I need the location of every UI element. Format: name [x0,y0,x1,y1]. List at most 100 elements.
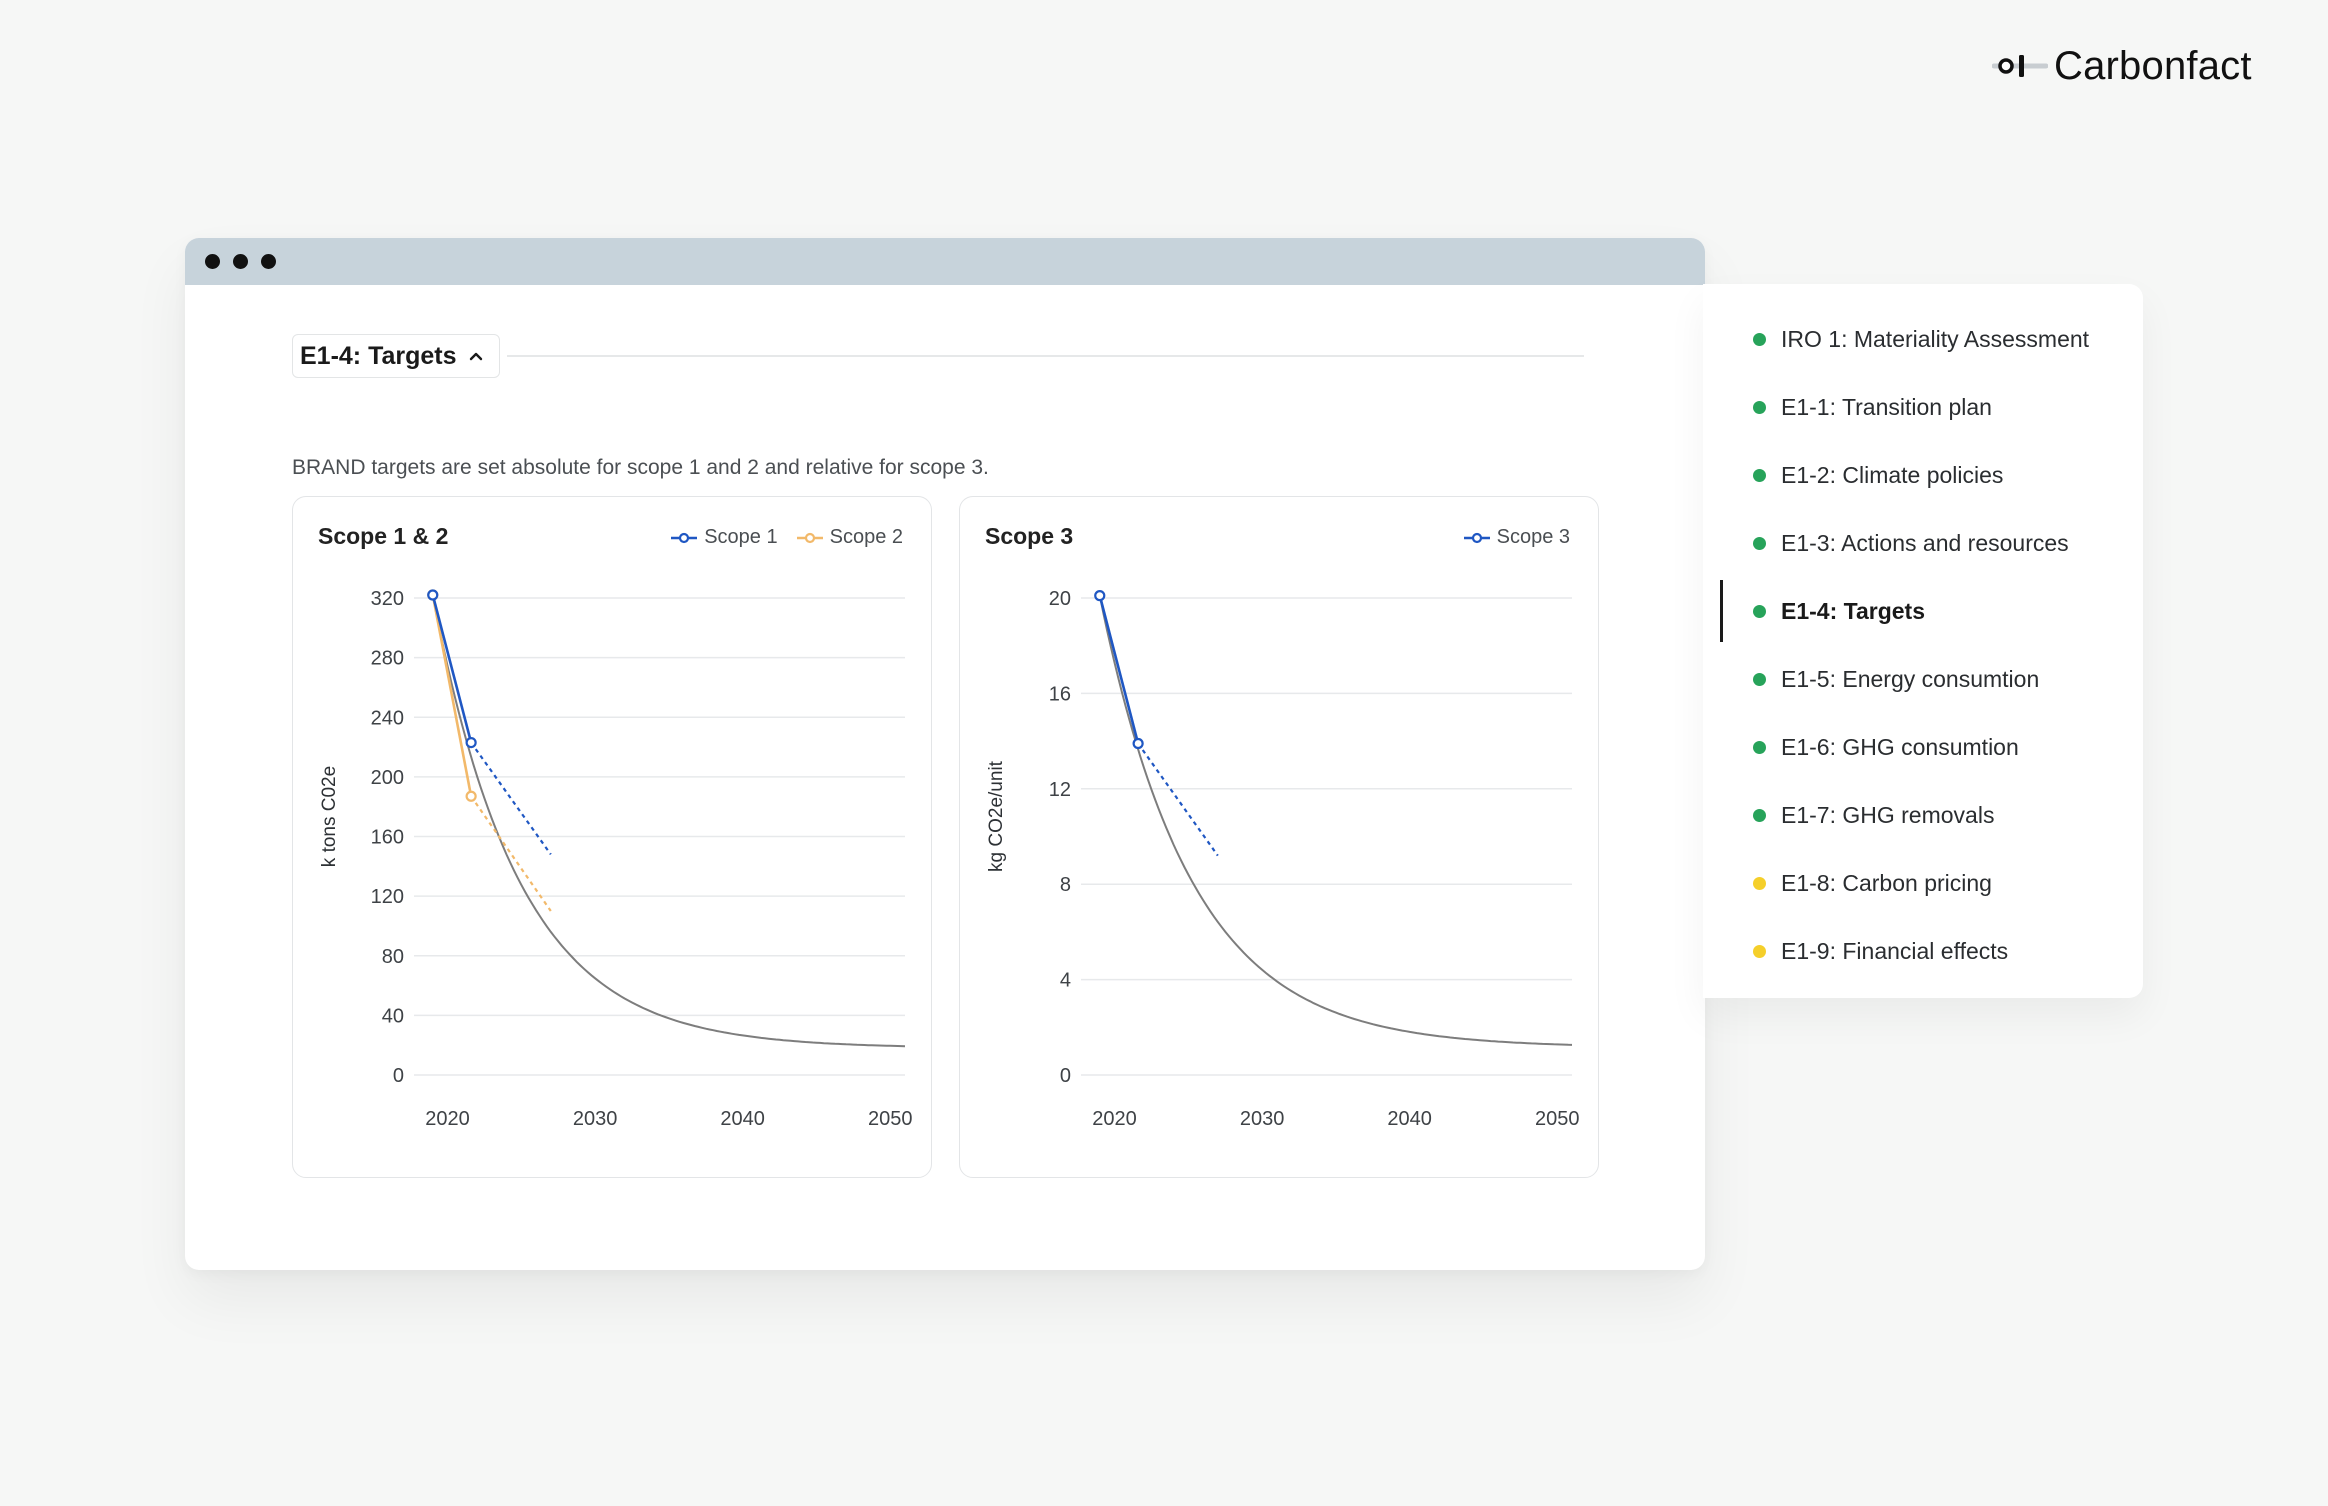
carbonfact-logo: Carbonfact [1992,44,2252,88]
series-line [1098,595,1140,744]
status-dot-icon [1753,808,1766,822]
y-tick-label: 200 [371,767,404,789]
sidebar-item[interactable]: E1-9: Financial effects [1703,920,2143,982]
series-line [431,594,473,797]
sidebar-item-label: E1-9: Financial effects [1781,937,2009,964]
chart-title: Scope 1 & 2 [318,523,449,549]
x-tick-label: 2050 [868,1108,913,1130]
status-dot-icon [1753,672,1766,686]
sidebar-item[interactable]: E1-1: Transition plan [1703,376,2143,438]
scope-1-2-chart-card: 0 40 80 120 160 200 240 280 320 2020 2030 2040 2050 k… [292,496,932,1178]
legend-item-scope-2[interactable]: Scope 2 [796,526,903,549]
projection-line [470,795,552,912]
status-dot-icon [1753,332,1766,346]
legend-label: Scope 1 [704,526,778,548]
y-tick-label: 12 [1049,779,1071,801]
status-dot-icon [1753,468,1766,482]
y-tick-label: 0 [1060,1065,1071,1087]
chart-legend: Scope 3 [1463,526,1570,549]
sidebar-item-label: E1-5: Energy consumtion [1781,665,2040,692]
sidebar-item[interactable]: IRO 1: Materiality Assessment [1703,308,2143,370]
y-tick-label: 240 [371,707,404,729]
x-tick-label: 2030 [1240,1108,1285,1130]
chevron-up-icon [469,352,482,361]
sidebar-item-label: E1-1: Transition plan [1781,393,1992,420]
sidebar-item-label: E1-8: Carbon pricing [1781,869,1992,896]
target-trajectory-line [431,594,906,1048]
legend-item-scope-3[interactable]: Scope 3 [1463,526,1570,549]
section-divider [507,355,1584,357]
disclosure-sidebar: IRO 1: Materiality Assessment E1-1: Trans… [1703,284,2143,998]
x-tick-label: 2020 [1092,1108,1137,1130]
chart-title: Scope 3 [985,523,1074,549]
y-axis-label: kg CO2e/unit [986,760,1007,872]
y-axis-label: k tons C02e [319,766,340,867]
logo-mark-icon [1992,55,2048,77]
y-tick-label: 120 [371,886,404,908]
sidebar-item[interactable]: E1-8: Carbon pricing [1703,852,2143,914]
chart-legend: Scope 1 Scope 2 [670,526,903,549]
browser-window: E1-4: Targets BRAND targets are set abso… [185,238,1705,1270]
data-point [427,589,439,601]
status-dot-icon [1753,740,1766,754]
y-tick-label: 80 [382,946,404,968]
sidebar-item-label: E1-7: GHG removals [1781,801,1995,828]
scope-2-legend-icon [796,532,823,543]
y-tick-label: 320 [371,588,404,610]
sidebar-item[interactable]: E1-4: Targets [1703,580,2143,642]
scope-3-chart: 0481216202020 2030 2040 2050kg CO2e/unit [986,588,1580,1130]
x-tick-label: 2040 [720,1108,765,1130]
sidebar-item[interactable]: E1-3: Actions and resources [1703,512,2143,574]
section-title: E1-4: Targets [300,341,457,370]
x-tick-label: 2050 [1535,1108,1580,1130]
projection-line [1137,742,1219,857]
data-point [465,736,477,749]
status-dot-icon [1753,944,1766,958]
x-tick-label: 2040 [1387,1108,1432,1130]
y-tick-label: 280 [371,648,404,670]
sidebar-item[interactable]: E1-2: Climate policies [1703,444,2143,506]
status-dot-icon [1753,876,1766,890]
target-trajectory-line [1098,595,1573,1046]
y-tick-label: 40 [382,1005,404,1027]
series-line [431,594,473,743]
scope-3-chart-card: 0 4 8 12 16 20 2020 2030 2040 2050 kg CO2e/unit Sc… [959,496,1599,1178]
window-dot-icon[interactable] [261,254,276,269]
status-dot-icon [1753,400,1766,414]
projection-line [470,741,552,856]
active-indicator [1720,580,1723,642]
data-point [1094,590,1106,602]
sidebar-item[interactable]: E1-6: GHG consumtion [1703,716,2143,778]
section-header: E1-4: Targets [292,334,1584,378]
legend-label: Scope 3 [1496,526,1570,548]
scope-3-legend-icon [1463,532,1490,543]
data-point [465,790,477,802]
y-tick-label: 16 [1049,683,1071,705]
sidebar-item-label: IRO 1: Materiality Assessment [1781,325,2090,352]
status-dot-icon [1753,604,1766,618]
scope-1-2-chart: 0 40 80 120 160 200 240 280 320 2020 2030 2040 2050 k… [319,588,913,1130]
scope-1-legend-icon [671,532,698,543]
window-dot-icon[interactable] [233,254,248,269]
targets-description: BRAND targets are set absolute for scope… [292,456,989,479]
x-tick-label: 2020 [425,1108,470,1130]
y-tick-label: 4 [1060,970,1071,992]
legend-label: Scope 2 [829,526,903,548]
sidebar-item[interactable]: E1-5: Energy consumtion [1703,648,2143,710]
y-tick-label: 160 [371,827,404,849]
sidebar-item-label: E1-3: Actions and resources [1781,529,2069,556]
section-toggle-button[interactable]: E1-4: Targets [292,334,500,378]
legend-item-scope-1[interactable]: Scope 1 [670,526,778,549]
sidebar-item[interactable]: E1-7: GHG removals [1703,784,2143,846]
data-point [1132,737,1144,750]
window-title-bar [185,238,1705,285]
sidebar-item-label: E1-6: GHG consumtion [1781,733,2019,760]
y-tick-label: 20 [1049,588,1071,610]
y-tick-label: 0 [393,1065,404,1087]
window-dot-icon[interactable] [205,254,220,269]
sidebar-item-label: E1-4: Targets [1781,597,1926,624]
sidebar-item-label: E1-2: Climate policies [1781,461,2004,488]
brand-name: Carbonfact [2054,43,2252,88]
y-tick-label: 8 [1060,874,1071,896]
status-dot-icon [1753,536,1766,550]
